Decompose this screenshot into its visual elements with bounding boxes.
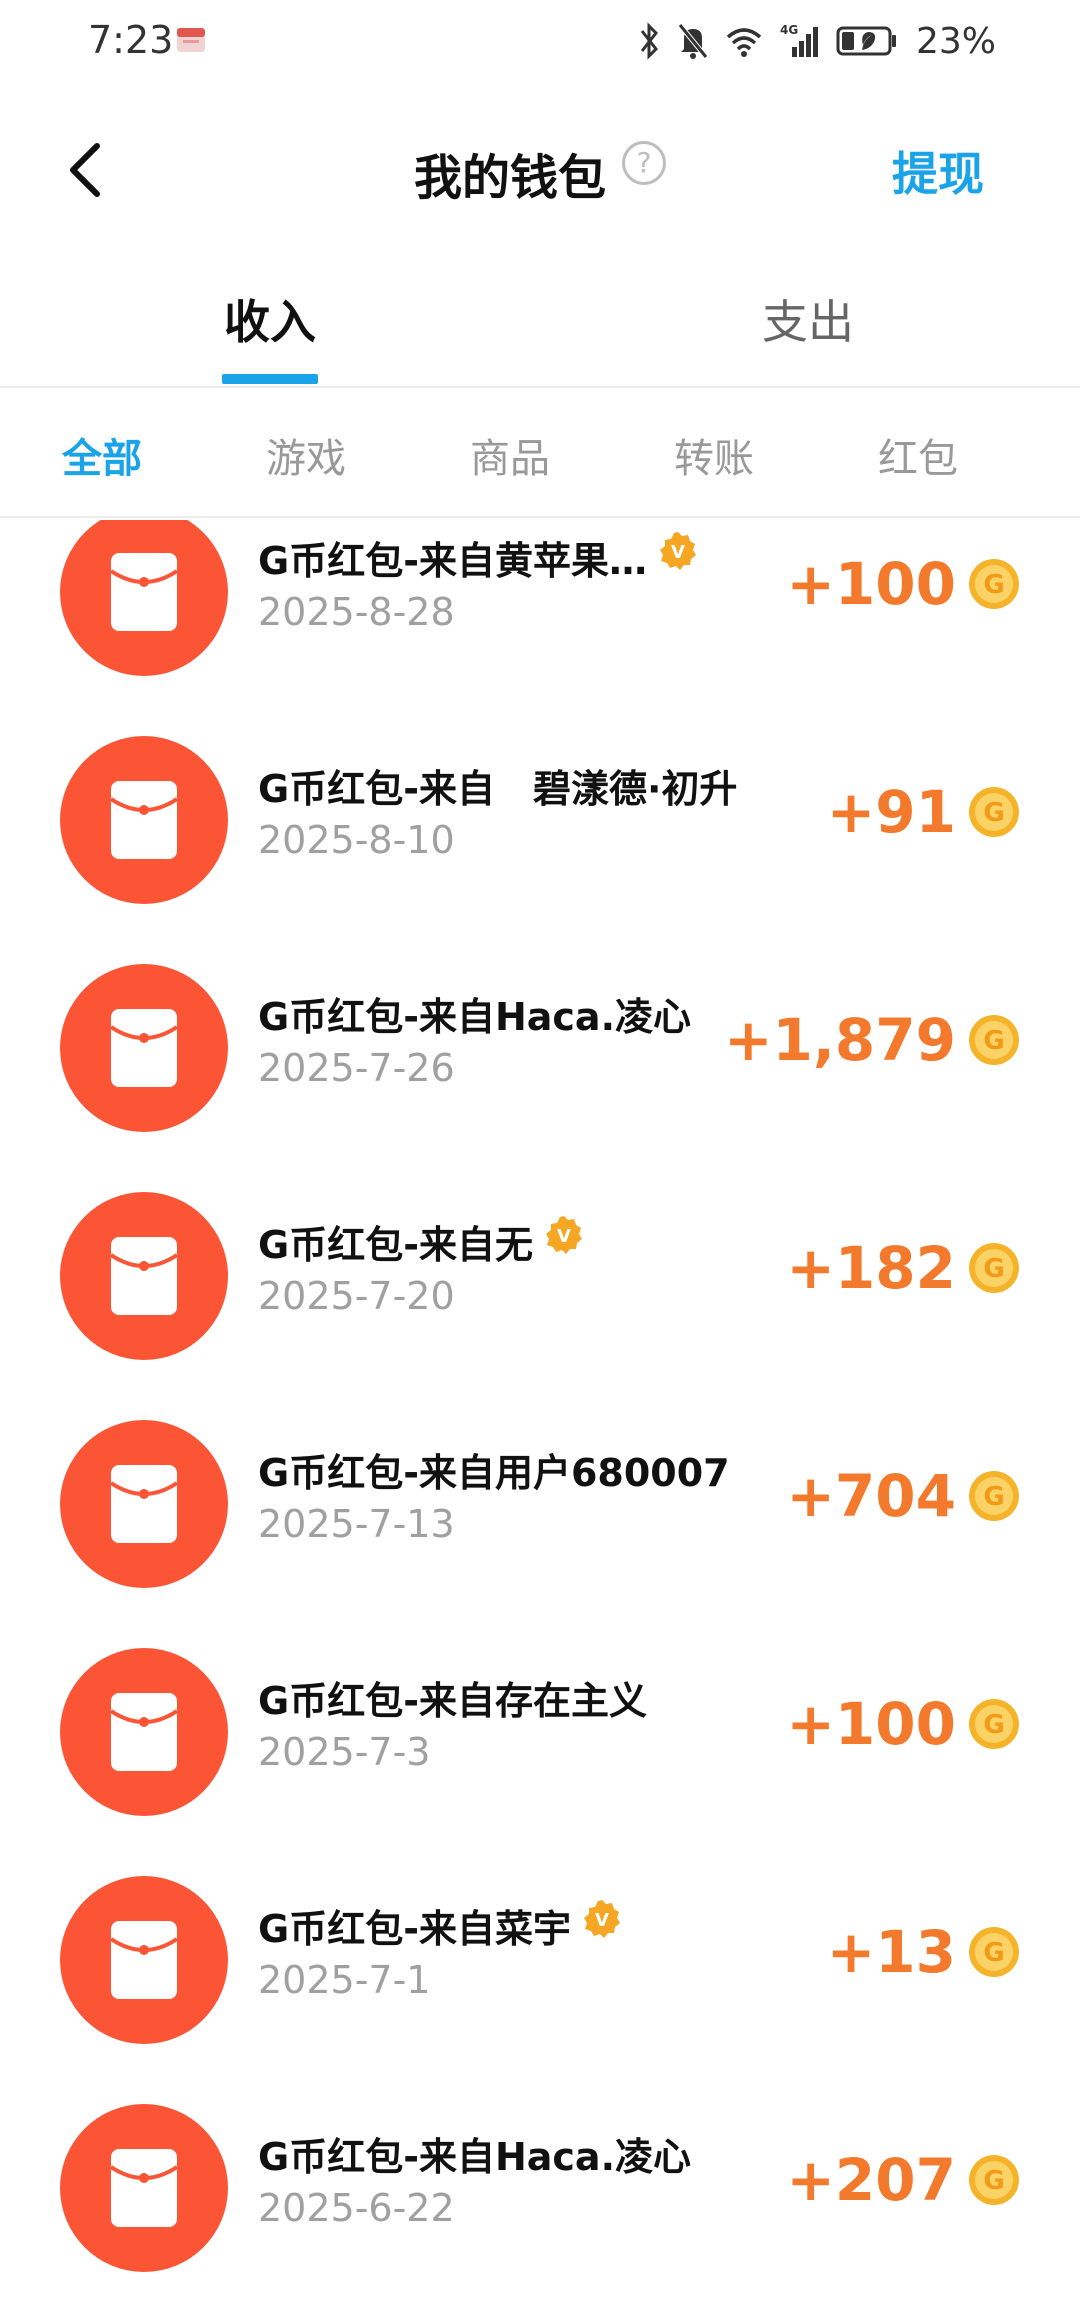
svg-text:G: G <box>983 798 1004 828</box>
transaction-title: G币红包-来自用户680007 <box>258 1451 730 1495</box>
verified-badge-icon: V <box>584 1900 620 1938</box>
g-coin-icon: G <box>969 2155 1019 2205</box>
transaction-row[interactable]: G币红包-来自 碧漾德·初升 2025-8-10 +91 G <box>0 706 1080 934</box>
red-envelope-icon <box>60 1648 228 1816</box>
transaction-title: G币红包-来自Haca.凌心 <box>258 995 692 1039</box>
transaction-amount: +100 <box>786 1690 956 1758</box>
mute-bell-icon <box>678 23 708 59</box>
g-coin-icon: G <box>969 559 1019 609</box>
svg-text:G: G <box>983 1710 1004 1740</box>
transaction-row[interactable]: G币红包-来自Haca.凌心 2025-7-26 +1,879 G <box>0 934 1080 1162</box>
category-tabs: 全部 游戏 商品 转账 红包 <box>0 392 1080 518</box>
amount-group: +100 G <box>786 1690 1020 1758</box>
amount-group: +100 G <box>786 550 1020 618</box>
amount-group: +704 G <box>786 1462 1020 1530</box>
transaction-row[interactable]: G币红包-来自用户680007 2025-7-13 +704 G <box>0 1390 1080 1618</box>
transaction-amount: +207 <box>786 2146 956 2214</box>
transaction-title: G币红包-来自无 <box>258 1223 533 1267</box>
svg-text:G: G <box>983 1482 1004 1512</box>
transaction-amount: +1,879 <box>723 1006 956 1074</box>
red-envelope-icon <box>60 964 228 1132</box>
g-coin-icon: G <box>969 1015 1019 1065</box>
battery-icon <box>836 26 896 56</box>
svg-text:V: V <box>671 542 685 563</box>
red-envelope-icon <box>60 520 228 676</box>
svg-text:G: G <box>983 570 1004 600</box>
transaction-title: G币红包-来自存在主义 <box>258 1679 647 1723</box>
verified-badge-icon: V <box>546 1216 582 1254</box>
g-coin-icon: G <box>969 1243 1019 1293</box>
red-envelope-icon <box>60 1192 228 1360</box>
svg-text:V: V <box>595 1910 609 1931</box>
red-envelope-icon <box>60 2104 228 2272</box>
transaction-date: 2025-7-26 <box>258 1046 455 1090</box>
main-tabs: 收入 支出 <box>0 260 1080 388</box>
active-tab-indicator <box>222 374 318 384</box>
svg-text:G: G <box>983 1254 1004 1284</box>
transaction-list-content: G币红包-来自黄苹果… V 2025-8-28 +100 G G币红包-来自 碧… <box>0 520 1080 2302</box>
transaction-date: 2025-7-13 <box>258 1502 455 1546</box>
red-envelope-icon <box>60 1420 228 1588</box>
notification-app-icon <box>177 28 205 52</box>
app-header: 我的钱包? 提现 <box>0 100 1080 240</box>
tab-all[interactable]: 全部 <box>22 426 182 484</box>
svg-text:G: G <box>983 1938 1004 1968</box>
transaction-title: G币红包-来自Haca.凌心 <box>258 2135 692 2179</box>
wifi-icon <box>726 28 762 57</box>
red-envelope-icon <box>60 1876 228 2044</box>
transaction-title: G币红包-来自菜宇 <box>258 1907 571 1951</box>
transaction-amount: +100 <box>786 550 956 618</box>
transaction-date: 2025-7-1 <box>258 1958 431 2002</box>
page-title: 我的钱包 <box>413 150 606 206</box>
battery-percent: 23% <box>915 20 996 62</box>
g-coin-icon: G <box>969 1699 1019 1749</box>
transaction-date: 2025-6-22 <box>258 2186 455 2230</box>
transaction-row[interactable]: G币红包-来自黄苹果… V 2025-8-28 +100 G <box>0 520 1080 706</box>
g-coin-icon: G <box>969 1927 1019 1977</box>
transaction-date: 2025-8-28 <box>258 590 455 634</box>
svg-text:V: V <box>557 1226 571 1247</box>
red-envelope-icon <box>60 736 228 904</box>
tab-red-packet[interactable]: 红包 <box>838 426 998 484</box>
cellular-signal-icon: 4G <box>780 23 818 57</box>
transaction-row[interactable]: G币红包-来自Haca.凌心 2025-6-22 +207 G <box>0 2074 1080 2302</box>
svg-text:G: G <box>983 2166 1004 2196</box>
transaction-list[interactable]: G币红包-来自黄苹果… V 2025-8-28 +100 G G币红包-来自 碧… <box>0 520 1080 2312</box>
transaction-amount: +13 <box>826 1918 956 1986</box>
tab-products[interactable]: 商品 <box>430 426 590 484</box>
bluetooth-icon <box>640 22 658 60</box>
tab-games[interactable]: 游戏 <box>226 426 386 484</box>
amount-group: +13 G <box>827 1918 1020 1986</box>
tab-income[interactable]: 收入 <box>170 286 370 352</box>
amount-group: +207 G <box>786 2146 1020 2214</box>
g-coin-icon: G <box>969 787 1019 837</box>
transaction-amount: +704 <box>786 1462 956 1530</box>
amount-group: +1,879 G <box>724 1006 1020 1074</box>
status-icons: 4G 23% <box>636 18 996 64</box>
network-type-label: 4G <box>780 23 798 37</box>
transaction-amount: +182 <box>786 1234 956 1302</box>
question-circle-icon[interactable]: ? <box>622 141 666 185</box>
transaction-date: 2025-7-20 <box>258 1274 455 1318</box>
withdraw-button[interactable]: 提现 <box>892 138 984 204</box>
tab-transfer[interactable]: 转账 <box>634 426 794 484</box>
transaction-amount: +91 <box>826 778 956 846</box>
transaction-row[interactable]: G币红包-来自无 V 2025-7-20 +182 G <box>0 1162 1080 1390</box>
verified-badge-icon: V <box>660 532 696 570</box>
transaction-title: G币红包-来自黄苹果… <box>258 539 647 583</box>
status-time: 7:23 <box>88 18 174 62</box>
transaction-date: 2025-7-3 <box>258 1730 431 1774</box>
tab-expense[interactable]: 支出 <box>708 286 908 352</box>
amount-group: +182 G <box>786 1234 1020 1302</box>
transaction-title: G币红包-来自 碧漾德·初升 <box>258 767 738 811</box>
g-coin-icon: G <box>969 1471 1019 1521</box>
transaction-date: 2025-8-10 <box>258 818 455 862</box>
amount-group: +91 G <box>827 778 1020 846</box>
status-bar: 7:23 4G 23% <box>0 0 1080 84</box>
transaction-row[interactable]: G币红包-来自存在主义 2025-7-3 +100 G <box>0 1618 1080 1846</box>
transaction-row[interactable]: G币红包-来自菜宇 V 2025-7-1 +13 G <box>0 1846 1080 2074</box>
svg-text:G: G <box>983 1026 1004 1056</box>
